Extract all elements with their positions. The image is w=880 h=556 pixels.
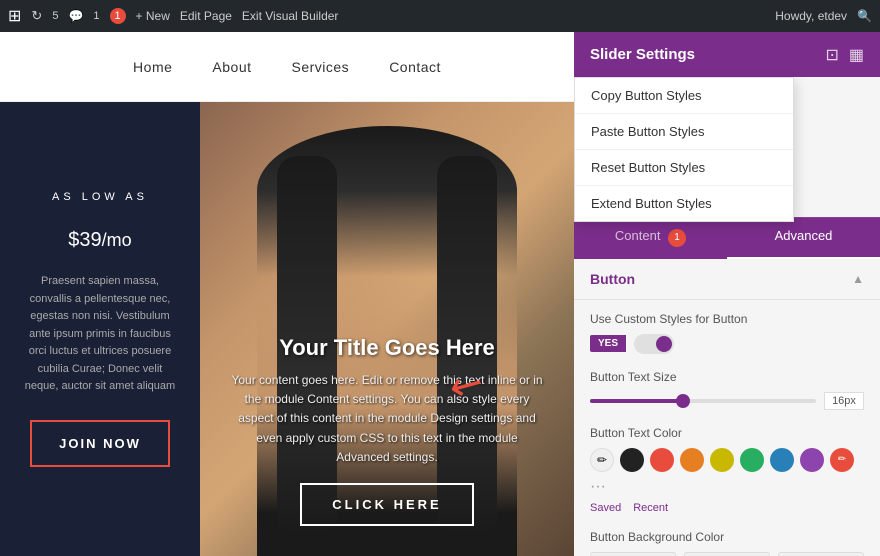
comment-count: 1 — [93, 10, 99, 22]
loop-count: 5 — [52, 10, 58, 22]
color-swatch-edit[interactable]: ✏ — [830, 448, 854, 472]
comment-icon: 💬 — [68, 9, 83, 23]
custom-styles-field: Use Custom Styles for Button YES — [590, 312, 864, 354]
bg-color-options: ⊕ ▦ ▣ — [590, 552, 864, 556]
hero-section: AS LOW AS $39/mo Praesent sapien massa, … — [0, 102, 574, 556]
hero-overlay-text: Your content goes here. Edit or remove t… — [230, 371, 544, 467]
bg-color-field: Button Background Color ⊕ ▦ ▣ — [590, 530, 864, 556]
text-size-field: Button Text Size 16px — [590, 370, 864, 410]
slider-thumb[interactable] — [676, 394, 690, 408]
nav-about[interactable]: About — [212, 59, 251, 75]
color-swatch-yellow[interactable] — [710, 448, 734, 472]
settings-content[interactable]: Button ▲ Use Custom Styles for Button YE… — [574, 259, 880, 556]
bg-pattern-option[interactable]: ▦ — [684, 552, 770, 556]
nav-services[interactable]: Services — [292, 59, 350, 75]
settings-title: Slider Settings — [590, 46, 695, 63]
settings-header: Slider Settings ⊡ ▦ — [574, 32, 880, 77]
search-icon[interactable]: 🔍 — [857, 9, 872, 23]
extend-button-styles-item[interactable]: Extend Button Styles — [575, 186, 793, 221]
color-swatch-green[interactable] — [740, 448, 764, 472]
bg-color-label: Button Background Color — [590, 530, 864, 544]
hero-left-panel: AS LOW AS $39/mo Praesent sapien massa, … — [0, 102, 200, 556]
howdy-label: Howdy, etdev — [775, 9, 847, 23]
text-size-slider[interactable] — [590, 399, 816, 403]
tab-advanced[interactable]: Advanced — [727, 218, 880, 259]
grid-icon[interactable]: ▦ — [849, 45, 864, 65]
settings-header-icons: ⊡ ▦ — [825, 45, 864, 65]
wp-icon[interactable]: ⊞ — [8, 6, 21, 26]
color-swatch-blue[interactable] — [770, 448, 794, 472]
button-section-title: Button — [590, 271, 635, 287]
site-nav: Home About Services Contact — [0, 32, 574, 102]
section-collapse-arrow[interactable]: ▲ — [852, 272, 864, 286]
tab-content[interactable]: Content 1 — [574, 218, 727, 259]
context-menu: Copy Button Styles Paste Button Styles R… — [574, 77, 794, 222]
content-tab-badge: 1 — [668, 229, 686, 247]
text-color-label: Button Text Color — [590, 426, 864, 440]
color-saved-link[interactable]: Saved — [590, 502, 621, 514]
settings-tabs: Content 1 Advanced — [574, 217, 880, 259]
hero-description: Praesent sapien massa, convallis a pelle… — [20, 273, 180, 396]
loop-icon: ↻ — [31, 8, 42, 24]
join-now-button[interactable]: JOIN NOW — [30, 420, 170, 467]
settings-panel: Slider Settings ⊡ ▦ Copy Button Styles P… — [574, 32, 880, 556]
hero-price: $39/mo — [68, 211, 131, 253]
updates-count: 1 — [110, 8, 126, 24]
color-swatch-red[interactable] — [650, 448, 674, 472]
slider-row: 16px — [590, 392, 864, 410]
reset-button-styles-item[interactable]: Reset Button Styles — [575, 150, 793, 186]
text-size-value[interactable]: 16px — [824, 392, 864, 410]
color-swatch-black[interactable] — [620, 448, 644, 472]
settings-body: Use Custom Styles for Button YES Button … — [574, 300, 880, 556]
nav-contact[interactable]: Contact — [389, 59, 441, 75]
button-section-header[interactable]: Button ▲ — [574, 259, 880, 300]
nav-home[interactable]: Home — [133, 59, 172, 75]
new-button[interactable]: + New — [136, 9, 170, 23]
color-meta: Saved Recent — [590, 502, 864, 514]
slider-fill — [590, 399, 680, 403]
hero-content-overlay: Your Title Goes Here Your content goes h… — [200, 315, 574, 556]
cta-button[interactable]: CLICK HERE — [300, 483, 473, 526]
toggle-yes-label: YES — [590, 335, 626, 352]
paste-button-styles-item[interactable]: Paste Button Styles — [575, 114, 793, 150]
custom-styles-label: Use Custom Styles for Button — [590, 312, 864, 326]
toggle-wrapper: YES — [590, 334, 864, 354]
color-picker-icon[interactable]: ✏ — [590, 448, 614, 472]
edit-page-button[interactable]: Edit Page — [180, 9, 232, 23]
admin-bar: ⊞ ↻ 5 💬 1 1 + New Edit Page Exit Visual … — [0, 0, 880, 32]
exit-builder-button[interactable]: Exit Visual Builder — [242, 9, 339, 23]
text-size-label: Button Text Size — [590, 370, 864, 384]
toggle-track[interactable] — [634, 334, 674, 354]
bg-image-option[interactable]: ▣ — [778, 552, 864, 556]
color-swatch-orange[interactable] — [680, 448, 704, 472]
hero-main-image: ↙ Your Title Goes Here Your content goes… — [200, 102, 574, 556]
color-more-icon[interactable]: ··· — [590, 478, 606, 496]
site-preview: Home About Services Contact AS LOW AS $3… — [0, 32, 574, 556]
hero-overlay-title: Your Title Goes Here — [230, 335, 544, 361]
color-recent-link[interactable]: Recent — [633, 502, 668, 514]
bg-gradient-option[interactable]: ⊕ — [590, 552, 676, 556]
toggle-thumb — [656, 336, 672, 352]
fullscreen-icon[interactable]: ⊡ — [825, 45, 838, 65]
text-color-field: Button Text Color ✏ ✏ ··· Sa — [590, 426, 864, 514]
color-swatches: ✏ ✏ ··· — [590, 448, 864, 496]
hero-tagline: AS LOW AS — [52, 191, 148, 203]
color-swatch-purple[interactable] — [800, 448, 824, 472]
copy-button-styles-item[interactable]: Copy Button Styles — [575, 78, 793, 114]
